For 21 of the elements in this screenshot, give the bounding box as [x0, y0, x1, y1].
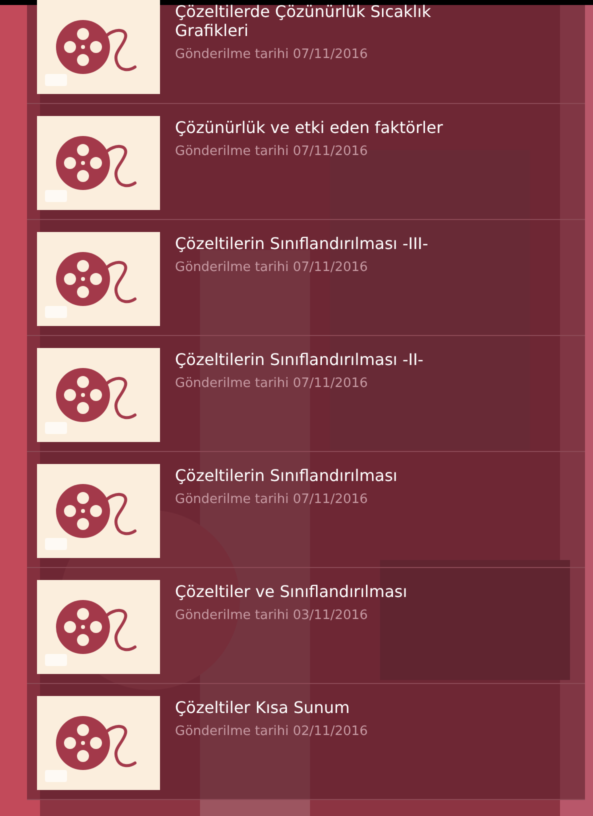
video-list-item[interactable]: Çözeltiler Kısa Sunum Gönderilme tarihi 02/11/2016	[27, 684, 585, 800]
video-list-item[interactable]: Çözeltilerin Sınıflandırılması Gönderilme tarihi 07/11/2016	[27, 452, 585, 568]
video-list-item[interactable]: Çözeltilerin Sınıflandırılması -III- Gönderilme tarihi 07/11/2016	[27, 220, 585, 336]
post-date: Gönderilme tarihi 07/11/2016	[175, 491, 369, 509]
video-title: Çözeltilerin Sınıflandırılması -II-	[175, 350, 424, 369]
post-date: Gönderilme tarihi 07/11/2016	[175, 143, 369, 161]
post-date: Gönderilme tarihi 02/11/2016	[175, 723, 369, 741]
video-title: Çözeltilerin Sınıflandırılması -III-	[175, 234, 430, 253]
video-list-item[interactable]: Çözeltiler ve Sınıflandırılması Gönderilme tarihi 03/11/2016	[27, 568, 585, 684]
post-date: Gönderilme tarihi 03/11/2016	[175, 607, 369, 625]
post-date: Gönderilme tarihi 07/11/2016	[175, 375, 369, 393]
video-list-item[interactable]: Çözünürlük ve etki eden faktörler Gönderilme tarihi 07/11/2016	[27, 104, 585, 220]
video-title: Çözünürlük ve etki eden faktörler	[175, 118, 444, 137]
video-list-item[interactable]: Çözeltilerde Çözünürlük Sıcaklık Grafikleri Gönderilme tarihi 07/11/2016	[27, 0, 585, 104]
video-title: Çözeltilerde Çözünürlük Sıcaklık Grafikleri	[175, 2, 432, 40]
post-date: Gönderilme tarihi 07/11/2016	[175, 259, 369, 277]
video-title: Çözeltiler ve Sınıflandırılması	[175, 582, 408, 601]
video-list-item[interactable]: Çözeltilerin Sınıflandırılması -II- Gönderilme tarihi 07/11/2016	[27, 336, 585, 452]
post-date: Gönderilme tarihi 07/11/2016	[175, 46, 369, 64]
video-title: Çözeltiler Kısa Sunum	[175, 698, 351, 717]
video-title: Çözeltilerin Sınıflandırılması	[175, 466, 398, 485]
